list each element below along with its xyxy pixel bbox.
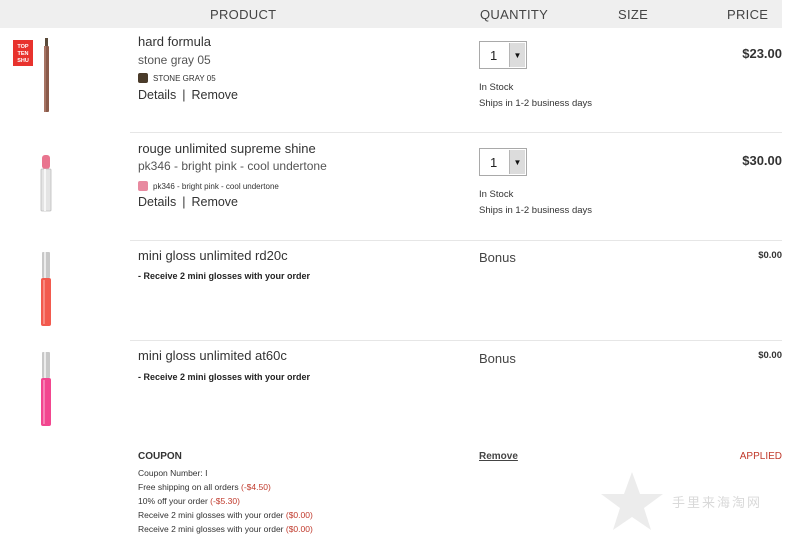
lipstick-image [39,155,53,218]
stock-status: In Stock [479,189,514,200]
coupon-line-text: Receive 2 mini glosses with your order [138,524,286,534]
quantity-value: 1 [490,48,498,63]
lip-gloss-image [40,352,52,433]
remove-link[interactable]: Remove [191,88,238,102]
remove-link[interactable]: Remove [191,195,238,209]
details-link[interactable]: Details [138,88,176,102]
chevron-down-icon[interactable]: ▼ [509,43,525,67]
bonus-note: - Receive 2 mini glosses with your order [138,372,311,382]
item-actions: Details | Remove [138,88,238,102]
product-variant: pk346 - bright pink - cool undertone [138,159,327,173]
coupon-status: APPLIED [739,451,782,462]
coupon-discount-line: Receive 2 mini glosses with your order (… [138,510,313,520]
coupon-line-amount: ($0.00) [285,524,313,534]
item-actions: Details | Remove [138,195,238,209]
coupon-discount-line: Receive 2 mini glosses with your order (… [138,524,313,534]
shipping-info: Ships in 1-2 business days [479,98,593,109]
shade-swatch: STONE GRAY 05 [138,73,216,83]
brow-pencil-image [42,38,52,119]
star-icon [601,472,663,530]
svg-text:SHU: SHU [17,58,29,64]
shade-swatch-label: pk346 - bright pink - cool undertone [153,181,279,191]
quantity-select[interactable]: 1 ▼ [479,148,527,176]
coupon-line-text: Receive 2 mini glosses with your order [138,510,286,520]
bonus-label: Bonus [479,250,516,265]
stock-status: In Stock [479,82,514,93]
coupon-line-text: Free shipping on all orders [138,482,242,492]
item-price: $23.00 [742,46,782,61]
lip-gloss-image [40,252,52,333]
header-quantity: QUANTITY [480,7,549,22]
cart-header: PRODUCT QUANTITY SIZE PRICE [0,0,782,28]
chevron-down-icon[interactable]: ▼ [509,150,525,174]
shade-swatch: pk346 - bright pink - cool undertone [138,181,279,191]
row-divider [130,132,782,133]
item-price: $0.00 [758,350,782,361]
watermark: 手里来海淘网 [600,470,762,532]
svg-text:TEN: TEN [18,51,29,57]
shade-swatch-label: STONE GRAY 05 [153,73,216,83]
bonus-label: Bonus [479,351,516,366]
shipping-info: Ships in 1-2 business days [479,205,593,216]
shade-swatch-color [138,181,148,191]
bonus-note: - Receive 2 mini glosses with your order [138,271,311,281]
quantity-value: 1 [490,155,498,170]
shade-swatch-color [138,73,148,83]
details-link[interactable]: Details [138,195,176,209]
coupon-remove-link[interactable]: Remove [479,451,518,462]
svg-text:TOP: TOP [17,44,29,50]
item-price: $30.00 [742,153,782,168]
watermark-text: 手里来海淘网 [672,495,763,511]
coupon-discount-line: 10% off your order (-$5.30) [138,496,240,506]
product-name[interactable]: mini gloss unlimited at60c [138,348,287,363]
header-price: PRICE [727,7,769,22]
header-size: SIZE [618,7,649,22]
coupon-number: Coupon Number: I [138,468,208,478]
quantity-select[interactable]: 1 ▼ [479,41,527,69]
product-variant: stone gray 05 [138,53,211,67]
header-product: PRODUCT [210,7,277,22]
coupon-line-amount: (-$4.50) [241,482,271,492]
divider: | [182,195,186,209]
brand-badge-icon: TOP TEN SHU [13,40,33,66]
coupon-line-amount: ($0.00) [285,510,313,520]
product-name[interactable]: rouge unlimited supreme shine [138,141,316,156]
divider: | [182,88,186,102]
coupon-line-text: 10% off your order [138,496,211,506]
row-divider [130,340,782,341]
item-price: $0.00 [758,250,782,261]
product-name[interactable]: hard formula [138,34,211,49]
coupon-discount-line: Free shipping on all orders (-$4.50) [138,482,271,492]
coupon-title: COUPON [138,451,182,462]
coupon-line-amount: (-$5.30) [210,496,240,506]
product-name[interactable]: mini gloss unlimited rd20c [138,248,288,263]
row-divider [130,240,782,241]
